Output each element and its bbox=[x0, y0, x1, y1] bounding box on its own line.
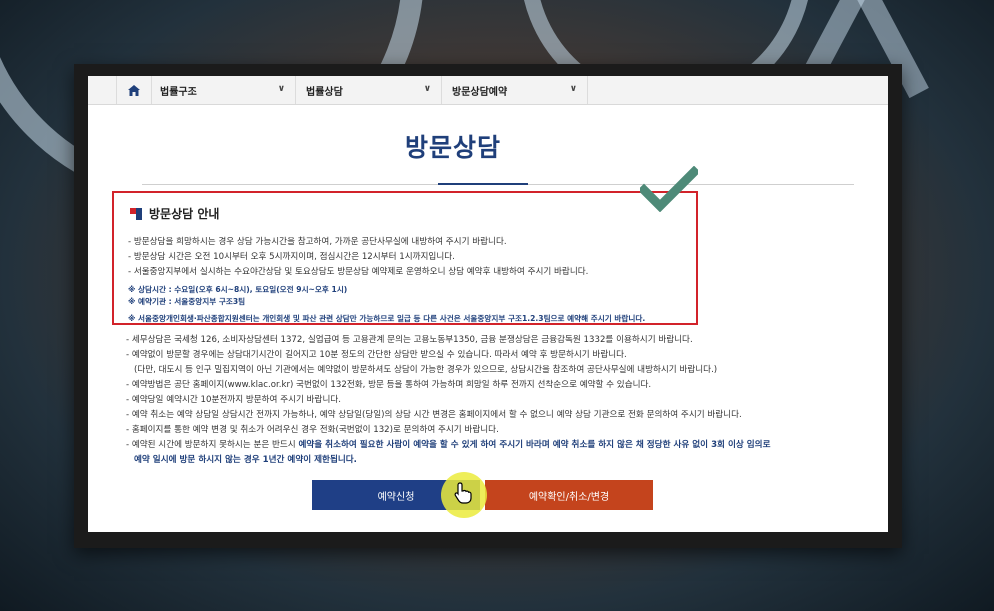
chevron-down-icon: ∨ bbox=[569, 84, 577, 94]
breadcrumb-item-visit-reservation[interactable]: 방문상담예약 ∨ bbox=[442, 76, 588, 104]
notice-line: - 서울중앙지부에서 실시하는 수요야간상담 및 토요상담도 방문상담 예약제로… bbox=[128, 267, 589, 277]
checkmark-icon bbox=[640, 166, 698, 212]
body-line: - 예약 취소는 예약 상담일 상담시간 전까지 가능하나, 예약 상담일(당일… bbox=[126, 410, 742, 420]
breadcrumb-home[interactable] bbox=[116, 76, 152, 104]
notice-agency: ※ 예약기관 : 서울중앙지부 구조3팀 bbox=[128, 297, 246, 306]
notice-hours: ※ 상담시간 : 수요일(오후 6시~8시), 토요일(오전 9시~오후 1시) bbox=[128, 285, 348, 294]
reserve-button-label: 예약신청 bbox=[377, 491, 415, 503]
notice-heading: 방문상담 안내 bbox=[130, 205, 219, 222]
warning-prefix: - 예약된 시간에 방문하지 못하시는 분은 반드시 bbox=[126, 440, 299, 450]
body-line: - 예약방법은 공단 홈페이지(www.klac.or.kr) 국번없이 132… bbox=[126, 380, 652, 390]
notice-line: - 방문상담을 희망하시는 경우 상담 가능시간을 참고하여, 가까운 공단사무… bbox=[128, 237, 507, 247]
notice-center: ※ 서울중앙개인회생·파산종합지원센터는 개인회생 및 파산 관련 상담만 가능… bbox=[128, 314, 646, 323]
body-line: - 예약당일 예약시간 10분전까지 방문하여 주시기 바랍니다. bbox=[126, 395, 342, 405]
home-icon bbox=[128, 84, 140, 96]
breadcrumb-label: 법률상담 bbox=[306, 86, 343, 98]
notice-line: - 방문상담 시간은 오전 10시부터 오후 5시까지이며, 점심시간은 12시… bbox=[128, 252, 455, 262]
warning-emphasis: 예약을 취소하여 필요한 사람이 예약을 할 수 있게 하여 주시기 바라며 예… bbox=[298, 440, 771, 450]
breadcrumb-label: 법률구조 bbox=[160, 86, 197, 98]
chevron-down-icon: ∨ bbox=[423, 84, 431, 94]
notice-heading-text: 방문상담 안내 bbox=[149, 207, 220, 221]
page-title: 방문상담 bbox=[404, 133, 501, 162]
hand-pointer-icon bbox=[454, 482, 472, 504]
breadcrumb-item-legal-aid[interactable]: 법률구조 ∨ bbox=[150, 76, 296, 104]
title-accent-bar bbox=[438, 183, 528, 185]
warning-line-2: 예약 일시에 방문 하시지 않는 경우 1년간 예약이 제한됩니다. bbox=[134, 455, 357, 465]
warning-line: - 예약된 시간에 방문하지 못하시는 분은 반드시 예약을 취소하여 필요한 … bbox=[126, 438, 770, 450]
notice-box: 방문상담 안내 - 방문상담을 희망하시는 경우 상담 가능시간을 참고하여, … bbox=[112, 191, 698, 325]
body-line: - 홈페이지를 통한 예약 변경 및 취소가 어려우신 경우 전화(국번없이 1… bbox=[126, 425, 499, 435]
section-marker-icon bbox=[130, 207, 142, 220]
breadcrumb: 법률구조 ∨ 법률상담 ∨ 방문상담예약 ∨ bbox=[88, 76, 888, 105]
breadcrumb-item-legal-consultation[interactable]: 법률상담 ∨ bbox=[296, 76, 442, 104]
breadcrumb-label: 방문상담예약 bbox=[452, 86, 508, 98]
body-line: (다만, 대도시 등 인구 밀집지역이 아닌 기관에서는 예약없이 방문하셔도 … bbox=[134, 365, 718, 375]
body-line: - 세무상담은 국세청 126, 소비자상담센터 1372, 실업급여 등 고용… bbox=[126, 335, 693, 345]
chevron-down-icon: ∨ bbox=[277, 84, 285, 94]
check-cancel-change-button[interactable]: 예약확인/취소/변경 bbox=[485, 480, 653, 510]
visit-consultation-page: 법률구조 ∨ 법률상담 ∨ 방문상담예약 ∨ 방문상담 방문상담 안내 - 방문… bbox=[88, 76, 888, 532]
check-button-label: 예약확인/취소/변경 bbox=[528, 491, 610, 503]
body-line: - 예약없이 방문할 경우에는 상담대기시간이 길어지고 10분 정도의 간단한… bbox=[126, 350, 627, 360]
